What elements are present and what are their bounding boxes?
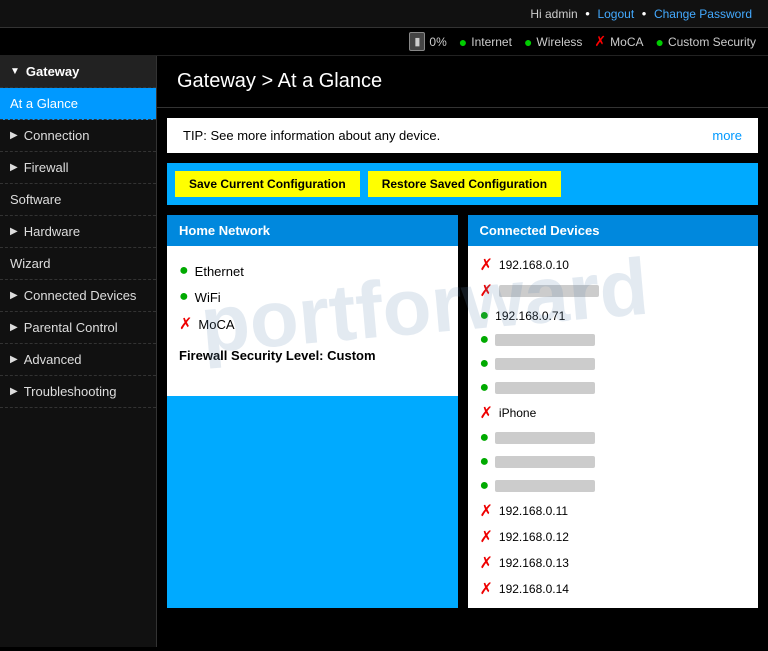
top-bar: Hi admin • Logout • Change Password (0, 0, 768, 28)
status-bar: ▮ 0% ● Internet ● Wireless ✗ MoCA ● Cust… (0, 28, 768, 56)
restore-config-button[interactable]: Restore Saved Configuration (368, 171, 561, 197)
page-title: Gateway > At a Glance (177, 70, 748, 93)
err-icon: ✗ (480, 255, 493, 275)
moca-home-status: ✗ MoCA (179, 310, 446, 338)
connected-devices-card: Connected Devices ✗ 192.168.0.10 ✗ ● 1 (468, 215, 759, 608)
list-item: ● (480, 426, 747, 450)
ok-icon: ● (480, 331, 490, 349)
logout-link[interactable]: Logout (597, 7, 634, 21)
list-item: ✗ 192.168.0.10 (480, 252, 747, 278)
list-item: ✗ 192.168.0.13 (480, 550, 747, 576)
list-item: ● 192.168.0.71 (480, 304, 747, 328)
wifi-status: ● WiFi (179, 284, 446, 310)
more-link[interactable]: more (712, 128, 742, 143)
sidebar-item-connection[interactable]: ▶ Connection (0, 120, 156, 152)
sidebar-item-wizard[interactable]: Wizard (0, 248, 156, 280)
sidebar-item-software[interactable]: Software (0, 184, 156, 216)
firewall-security-level: Firewall Security Level: Custom (179, 348, 446, 363)
save-config-button[interactable]: Save Current Configuration (175, 171, 360, 197)
ok-icon: ● (480, 477, 490, 495)
err-icon: ✗ (480, 281, 493, 301)
internet-status: ● Internet (459, 34, 512, 50)
list-item: ✗ 192.168.0.14 (480, 576, 747, 602)
home-network-body: ● Ethernet ● WiFi ✗ MoCA Firewall Secu (167, 246, 458, 396)
chevron-right-icon: ▶ (10, 354, 18, 365)
ok-icon: ● (480, 355, 490, 373)
chevron-right-icon: ▶ (10, 386, 18, 397)
sidebar-item-at-a-glance[interactable]: At a Glance (0, 88, 156, 120)
ok-icon: ● (480, 307, 490, 325)
main-content: Gateway > At a Glance TIP: See more info… (157, 56, 768, 647)
home-network-card: Home Network ● Ethernet ● WiFi ✗ MoCA (167, 215, 458, 608)
err-icon: ✗ (480, 501, 493, 521)
ok-icon: ● (480, 429, 490, 447)
err-icon: ✗ (179, 314, 192, 334)
connected-devices-header: Connected Devices (468, 215, 759, 246)
change-password-link[interactable]: Change Password (654, 7, 752, 21)
ok-icon: ● (480, 453, 490, 471)
chevron-right-icon: ▶ (10, 162, 18, 173)
list-item: ● (480, 376, 747, 400)
list-item: ✗ 192.168.0.11 (480, 498, 747, 524)
action-row: Save Current Configuration Restore Saved… (167, 163, 758, 205)
sidebar-item-troubleshooting[interactable]: ▶ Troubleshooting (0, 376, 156, 408)
ethernet-status: ● Ethernet (179, 258, 446, 284)
custom-security-status: ● Custom Security (656, 34, 757, 50)
chevron-right-icon: ▶ (10, 130, 18, 141)
list-item: ● (480, 352, 747, 376)
sidebar-item-firewall[interactable]: ▶ Firewall (0, 152, 156, 184)
chevron-right-icon: ▶ (10, 290, 18, 301)
sidebar-item-parental-control[interactable]: ▶ Parental Control (0, 312, 156, 344)
err-icon: ✗ (480, 579, 493, 599)
moca-status: ✗ MoCA (594, 33, 643, 50)
err-icon: ✗ (480, 527, 493, 547)
chevron-right-icon: ▶ (10, 322, 18, 333)
sidebar-item-advanced[interactable]: ▶ Advanced (0, 344, 156, 376)
list-item: ● (480, 474, 747, 498)
list-item: ✗ (480, 278, 747, 304)
list-item: ● (480, 450, 747, 474)
wireless-status: ● Wireless (524, 34, 582, 50)
tip-bar: TIP: See more information about any devi… (167, 118, 758, 153)
err-icon: ✗ (480, 403, 493, 423)
sidebar: ▼ Gateway At a Glance ▶ Connection ▶ Fir… (0, 56, 157, 647)
ok-icon: ● (179, 262, 189, 280)
chevron-right-icon: ▶ (10, 226, 18, 237)
err-icon: ✗ (480, 553, 493, 573)
chevron-down-icon: ▼ (10, 66, 20, 77)
list-item: ● (480, 328, 747, 352)
cards-row: Home Network ● Ethernet ● WiFi ✗ MoCA (167, 215, 758, 608)
ok-icon: ● (480, 379, 490, 397)
sidebar-item-hardware[interactable]: ▶ Hardware (0, 216, 156, 248)
ok-icon: ● (179, 288, 189, 306)
home-network-header: Home Network (167, 215, 458, 246)
list-item: ✗ 192.168.0.12 (480, 524, 747, 550)
sidebar-item-connected-devices[interactable]: ▶ Connected Devices (0, 280, 156, 312)
connected-devices-list: ✗ 192.168.0.10 ✗ ● 192.168.0.71 ● (468, 246, 759, 608)
page-header: Gateway > At a Glance (157, 56, 768, 108)
sidebar-item-gateway[interactable]: ▼ Gateway (0, 56, 156, 88)
battery-status: ▮ 0% (409, 32, 446, 51)
tip-text: TIP: See more information about any devi… (183, 128, 440, 143)
list-item: ✗ iPhone (480, 400, 747, 426)
greeting: Hi admin (530, 7, 577, 21)
